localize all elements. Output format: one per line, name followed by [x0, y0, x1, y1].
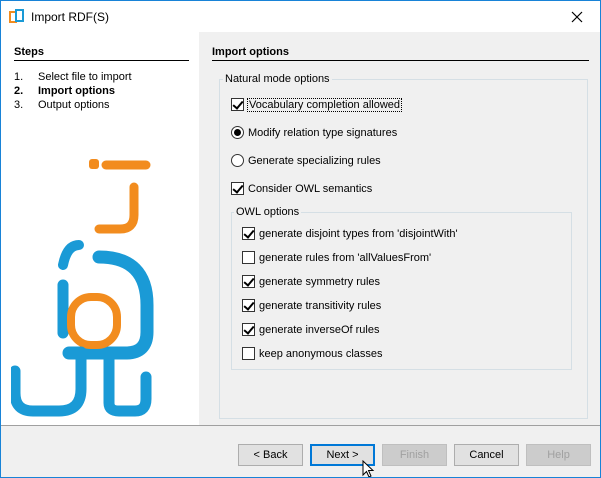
owl-option-label: generate disjoint types from 'disjointWi…: [259, 227, 458, 240]
checkbox-box[interactable]: [242, 299, 255, 312]
owl-option-transitivity[interactable]: generate transitivity rules: [242, 299, 381, 312]
step-label: Import options: [38, 85, 115, 97]
finish-button[interactable]: Finish: [382, 444, 447, 466]
owl-option-label: generate inverseOf rules: [259, 323, 380, 336]
checkbox-box[interactable]: [242, 227, 255, 240]
step-number: 2.: [14, 85, 24, 97]
step-item-import-options: 2. Import options: [14, 85, 115, 97]
modify-relation-radio[interactable]: Modify relation type signatures: [231, 126, 397, 139]
app-icon: [9, 9, 24, 23]
import-options-panel: Import options Natural mode options Voca…: [199, 32, 600, 425]
import-rdf-dialog: Import RDF(S) Steps 1. Select file to im…: [0, 0, 601, 478]
consider-owl-checkbox[interactable]: Consider OWL semantics: [231, 182, 372, 195]
owl-option-symmetry[interactable]: generate symmetry rules: [242, 275, 380, 288]
owl-option-inverseof[interactable]: generate inverseOf rules: [242, 323, 379, 336]
import-options-heading-rule: [212, 60, 589, 61]
step-label: Select file to import: [38, 71, 132, 83]
cogui-logo: [11, 159, 154, 417]
radio-button[interactable]: [231, 154, 244, 167]
step-label: Output options: [38, 99, 110, 111]
consider-owl-label: Consider OWL semantics: [248, 182, 373, 195]
steps-heading: Steps: [14, 46, 44, 58]
vocabulary-completion-label: Vocabulary completion allowed: [246, 97, 403, 112]
back-button[interactable]: < Back: [238, 444, 303, 466]
owl-option-allvaluesfrom[interactable]: generate rules from 'allValuesFrom': [242, 251, 431, 264]
footer-separator: [1, 425, 600, 426]
help-button[interactable]: Help: [526, 444, 591, 466]
checkbox-box[interactable]: [231, 182, 244, 195]
checkbox-box[interactable]: [242, 347, 255, 360]
checkbox-box[interactable]: [242, 275, 255, 288]
owl-options-title: OWL options: [234, 206, 302, 218]
step-number: 1.: [14, 71, 24, 83]
checkbox-box[interactable]: [231, 98, 244, 111]
owl-option-disjoint[interactable]: generate disjoint types from 'disjointWi…: [242, 227, 458, 240]
cancel-button[interactable]: Cancel: [454, 444, 519, 466]
owl-option-label: keep anonymous classes: [259, 347, 383, 360]
step-item-output-options: 3. Output options: [14, 99, 110, 111]
natural-mode-title: Natural mode options: [223, 73, 332, 85]
owl-option-label: generate transitivity rules: [259, 299, 382, 312]
close-button[interactable]: [554, 1, 600, 32]
owl-option-anonymous[interactable]: keep anonymous classes: [242, 347, 383, 360]
vocabulary-completion-checkbox[interactable]: Vocabulary completion allowed: [231, 97, 403, 112]
checkbox-box[interactable]: [242, 251, 255, 264]
modify-relation-label: Modify relation type signatures: [248, 126, 398, 139]
generate-specializing-radio[interactable]: Generate specializing rules: [231, 154, 381, 167]
close-icon: [571, 11, 583, 22]
mouse-cursor-icon: [362, 460, 375, 477]
title-bar: Import RDF(S): [1, 1, 600, 32]
import-options-heading: Import options: [212, 46, 289, 58]
steps-panel: Steps 1. Select file to import 2. Import…: [1, 32, 199, 425]
radio-button[interactable]: [231, 126, 244, 139]
generate-specializing-label: Generate specializing rules: [248, 154, 381, 167]
step-item-select-file: 1. Select file to import: [14, 71, 132, 83]
owl-option-label: generate rules from 'allValuesFrom': [259, 251, 432, 264]
steps-heading-rule: [14, 60, 189, 61]
window-title: Import RDF(S): [31, 10, 109, 24]
owl-option-label: generate symmetry rules: [259, 275, 381, 288]
step-number: 3.: [14, 99, 24, 111]
checkbox-box[interactable]: [242, 323, 255, 336]
